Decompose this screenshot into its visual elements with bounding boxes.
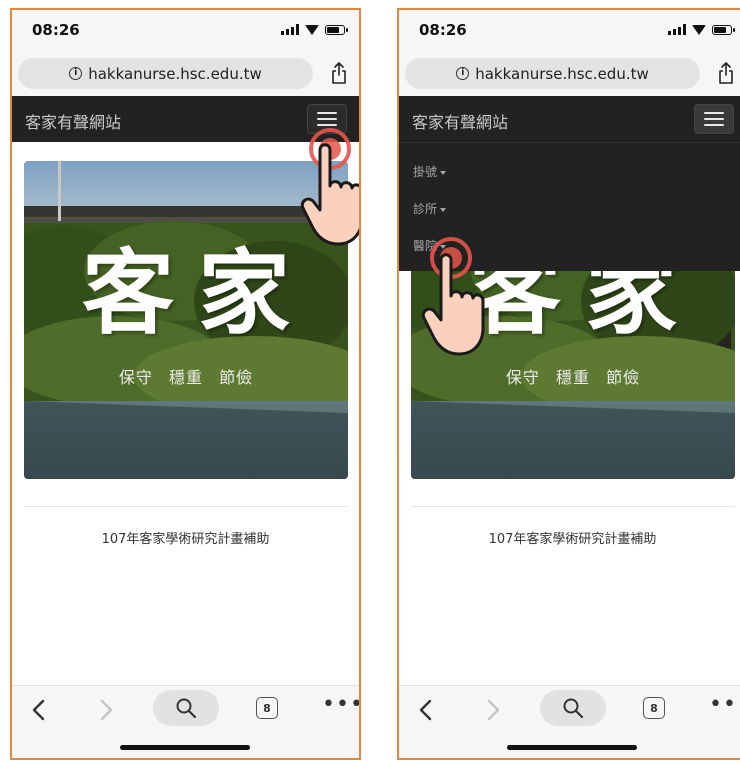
hero-subtitle: 保守 穩重 節儉 bbox=[411, 364, 735, 388]
search-icon bbox=[176, 698, 197, 719]
info-icon[interactable]: i bbox=[456, 67, 470, 80]
site-brand[interactable]: 客家有聲網站 bbox=[25, 109, 121, 133]
browser-address-area: i hakkanurse.hsc.edu.tw bbox=[399, 52, 740, 96]
caret-down-icon bbox=[440, 170, 447, 175]
caret-down-icon bbox=[440, 207, 447, 212]
status-time: 08:26 bbox=[419, 21, 467, 39]
forward-icon[interactable] bbox=[480, 698, 504, 722]
phone-screen-right: 08:26 i hakkanurse.hsc.edu.tw 客家有聲網站 客家 … bbox=[397, 8, 740, 760]
address-bar[interactable]: i hakkanurse.hsc.edu.tw bbox=[18, 58, 313, 89]
signal-icon bbox=[668, 24, 686, 35]
wifi-icon bbox=[305, 24, 319, 35]
status-time: 08:26 bbox=[32, 21, 80, 39]
search-icon bbox=[563, 698, 584, 719]
browser-toolbar: 8 ••• bbox=[399, 685, 740, 758]
battery-icon bbox=[712, 24, 735, 35]
home-indicator[interactable] bbox=[120, 745, 250, 750]
wifi-icon bbox=[692, 24, 706, 35]
battery-icon bbox=[325, 24, 348, 35]
hand-pointer-icon bbox=[300, 143, 359, 246]
divider bbox=[411, 506, 735, 507]
more-icon[interactable]: ••• bbox=[709, 692, 740, 717]
signal-icon bbox=[281, 24, 299, 35]
site-brand[interactable]: 客家有聲網站 bbox=[412, 109, 508, 133]
tabs-icon[interactable]: 8 bbox=[643, 697, 665, 719]
browser-address-area: i hakkanurse.hsc.edu.tw bbox=[12, 52, 359, 96]
footer-text: 107年客家學術研究計畫補助 bbox=[488, 532, 657, 547]
browser-toolbar: 8 ••• bbox=[12, 685, 359, 758]
phone-screen-left: 08:26 i hakkanurse.hsc.edu.tw 客家有聲網站 客家 … bbox=[10, 8, 361, 760]
home-indicator[interactable] bbox=[507, 745, 637, 750]
divider bbox=[24, 506, 348, 507]
footer-text: 107年客家學術研究計畫補助 bbox=[101, 532, 270, 547]
menu-item-label: 診所 bbox=[413, 202, 438, 216]
hero-subtitle-word: 節儉 bbox=[219, 368, 254, 387]
search-button[interactable] bbox=[153, 690, 219, 726]
hero-subtitle-word: 穩重 bbox=[168, 368, 203, 387]
hero-subtitle: 保守 穩重 節儉 bbox=[24, 364, 348, 388]
site-navbar: 客家有聲網站 bbox=[399, 96, 740, 142]
site-navbar: 客家有聲網站 bbox=[12, 96, 359, 142]
tabs-icon[interactable]: 8 bbox=[256, 697, 278, 719]
menu-item-clinic[interactable]: 診所 bbox=[413, 200, 447, 217]
back-icon[interactable] bbox=[28, 698, 52, 722]
status-icons bbox=[281, 24, 348, 35]
hero-subtitle-word: 穩重 bbox=[555, 368, 590, 387]
menu-item-registration[interactable]: 掛號 bbox=[413, 163, 447, 180]
menu-item-label: 掛號 bbox=[413, 165, 438, 179]
hamburger-icon[interactable] bbox=[694, 104, 734, 134]
hand-pointer-icon bbox=[421, 253, 485, 356]
share-icon[interactable] bbox=[718, 62, 734, 84]
status-bar: 08:26 bbox=[12, 10, 359, 52]
forward-icon[interactable] bbox=[93, 698, 117, 722]
share-icon[interactable] bbox=[331, 62, 347, 84]
hero-subtitle-word: 保守 bbox=[118, 368, 153, 387]
info-icon[interactable]: i bbox=[69, 67, 83, 80]
status-icons bbox=[668, 24, 735, 35]
hero-subtitle-word: 保守 bbox=[505, 368, 540, 387]
url-text: hakkanurse.hsc.edu.tw bbox=[88, 64, 262, 83]
url-text: hakkanurse.hsc.edu.tw bbox=[475, 64, 649, 83]
search-button[interactable] bbox=[540, 690, 606, 726]
back-icon[interactable] bbox=[415, 698, 439, 722]
status-bar: 08:26 bbox=[399, 10, 740, 52]
address-bar[interactable]: i hakkanurse.hsc.edu.tw bbox=[405, 58, 700, 89]
hero-subtitle-word: 節儉 bbox=[606, 368, 641, 387]
more-icon[interactable]: ••• bbox=[322, 692, 359, 717]
